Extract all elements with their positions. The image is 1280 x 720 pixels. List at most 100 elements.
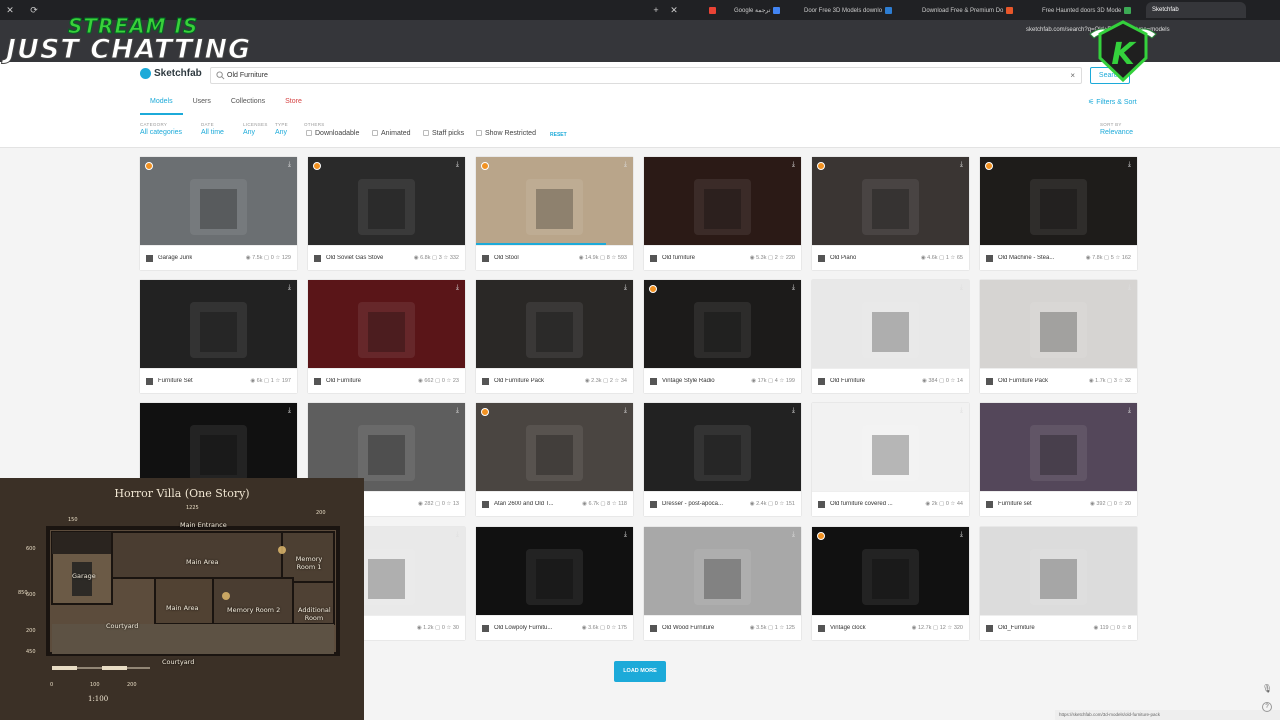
download-icon[interactable]: ⤓	[960, 161, 963, 169]
checkbox-animated[interactable]: Animated	[372, 130, 411, 137]
avatar[interactable]	[314, 255, 321, 262]
sort-by[interactable]: SORT BY Relevance	[1100, 122, 1133, 136]
download-icon[interactable]: ⤓	[456, 161, 459, 169]
model-card[interactable]: ⤓ Old Wood Furniture ◉ 3.5k ▢ 1 ☆ 125	[644, 527, 801, 640]
download-icon[interactable]: ⤓	[288, 161, 291, 169]
model-card[interactable]: ⤓ Old Soviet Gas Stove ◉ 6.8k ▢ 3 ☆ 332	[308, 157, 465, 270]
filter-date[interactable]: DATE All time	[201, 122, 224, 136]
model-name[interactable]: Old furniture	[662, 255, 695, 261]
tab-models[interactable]: Models	[140, 95, 183, 115]
model-name[interactable]: Old Piano	[830, 255, 856, 261]
checkbox-downloadable[interactable]: Downloadable	[306, 130, 359, 137]
model-name[interactable]: Dresser - post-apoca...	[662, 501, 723, 507]
avatar[interactable]	[986, 501, 993, 508]
model-name[interactable]: Old Wood Furniture	[662, 625, 714, 631]
download-icon[interactable]: ⤓	[960, 407, 963, 415]
download-icon[interactable]: ⤓	[960, 531, 963, 539]
download-icon[interactable]: ⤓	[624, 407, 627, 415]
checkbox-show-restricted[interactable]: Show Restricted	[476, 130, 536, 137]
download-icon[interactable]: ⤓	[624, 161, 627, 169]
download-icon[interactable]: ⤓	[456, 284, 459, 292]
model-thumbnail[interactable]: ⤓	[644, 527, 801, 615]
reset-button[interactable]: RESET	[550, 132, 567, 138]
model-thumbnail[interactable]: ⤓	[812, 157, 969, 245]
model-name[interactable]: Old Lowpoly Furnitu...	[494, 625, 552, 631]
model-thumbnail[interactable]: ⤓	[140, 157, 297, 245]
close-icon[interactable]: ✕	[668, 4, 680, 16]
model-card[interactable]: ⤓ Old Furniture Pack ◉ 2.3k ▢ 2 ☆ 34	[476, 280, 633, 393]
avatar[interactable]	[650, 625, 657, 632]
close-icon[interactable]: ✕	[4, 4, 16, 16]
model-card[interactable]: ⤓ Vintage clock ◉ 12.7k ▢ 12 ☆ 320	[812, 527, 969, 640]
download-icon[interactable]: ⤓	[960, 284, 963, 292]
tab-collections[interactable]: Collections	[221, 95, 275, 115]
model-card[interactable]: ⤓ Old Piano ◉ 4.6k ▢ 1 ☆ 65	[812, 157, 969, 270]
download-icon[interactable]: ⤓	[792, 531, 795, 539]
avatar[interactable]	[146, 378, 153, 385]
reload-icon[interactable]: ⟳	[28, 4, 40, 16]
avatar[interactable]	[818, 255, 825, 262]
download-icon[interactable]: ⤓	[792, 161, 795, 169]
model-card[interactable]: ⤓ Old Furniture ◉ 384 ▢ 0 ☆ 14	[812, 280, 969, 393]
download-icon[interactable]: ⤓	[624, 284, 627, 292]
model-thumbnail[interactable]: ⤓	[476, 403, 633, 491]
model-thumbnail[interactable]: ⤓	[476, 527, 633, 615]
avatar[interactable]	[650, 501, 657, 508]
model-thumbnail[interactable]: ⤓	[476, 280, 633, 368]
model-card[interactable]: ⤓ Old Lowpoly Furnitu... ◉ 3.6k ▢ 0 ☆ 175	[476, 527, 633, 640]
microphone-icon[interactable]: 🎙	[1262, 684, 1272, 696]
model-name[interactable]: Furniture Set	[158, 378, 193, 384]
avatar[interactable]	[986, 625, 993, 632]
model-thumbnail[interactable]: ⤓	[980, 527, 1137, 615]
model-name[interactable]: Vintage clock	[830, 625, 866, 631]
avatar[interactable]	[482, 501, 489, 508]
filter-type[interactable]: TYPE Any	[275, 122, 288, 136]
browser-tab[interactable]: Download Free & Premium Do	[916, 2, 1024, 18]
download-icon[interactable]: ⤓	[288, 407, 291, 415]
model-name[interactable]: Old Furniture Pack	[998, 378, 1048, 384]
download-icon[interactable]: ⤓	[1128, 407, 1131, 415]
model-thumbnail[interactable]: ⤓	[980, 157, 1137, 245]
model-name[interactable]: Old Stool	[494, 255, 519, 261]
download-icon[interactable]: ⤓	[1128, 161, 1131, 169]
model-card[interactable]: ⤓ Old furniture covered ... ◉ 2k ▢ 0 ☆ 44	[812, 403, 969, 516]
avatar[interactable]	[482, 625, 489, 632]
model-thumbnail[interactable]: ⤓	[308, 157, 465, 245]
model-name[interactable]: Old Soviet Gas Stove	[326, 255, 383, 261]
avatar[interactable]	[818, 501, 825, 508]
avatar[interactable]	[146, 255, 153, 262]
model-card[interactable]: ⤓ Old Furniture ◉ 662 ▢ 0 ☆ 23	[308, 280, 465, 393]
model-thumbnail[interactable]: ⤓	[980, 280, 1137, 368]
browser-tab[interactable]: Google ترجمة	[728, 2, 788, 18]
model-name[interactable]: Old Machine - Stea...	[998, 255, 1054, 261]
filter-licenses[interactable]: LICENSES Any	[243, 122, 268, 136]
model-name[interactable]: Vintage Style Radio	[662, 378, 715, 384]
avatar[interactable]	[986, 255, 993, 262]
avatar[interactable]	[314, 378, 321, 385]
model-thumbnail[interactable]: ⤓	[644, 280, 801, 368]
load-more-button[interactable]: LOAD MORE	[614, 661, 666, 682]
download-icon[interactable]: ⤓	[456, 531, 459, 539]
new-tab-icon[interactable]: +	[650, 4, 662, 16]
model-card[interactable]: ⤓ Old Machine - Stea... ◉ 7.8k ▢ 5 ☆ 162	[980, 157, 1137, 270]
avatar[interactable]	[986, 378, 993, 385]
avatar[interactable]	[818, 378, 825, 385]
model-card[interactable]: ⤓ Old Stool ◉ 14.9k ▢ 8 ☆ 593	[476, 157, 633, 270]
avatar[interactable]	[482, 255, 489, 262]
tab-store[interactable]: Store	[275, 95, 312, 115]
download-icon[interactable]: ⤓	[456, 407, 459, 415]
download-icon[interactable]: ⤓	[288, 284, 291, 292]
model-name[interactable]: Garage Junk	[158, 255, 192, 261]
browser-tab-active[interactable]: Sketchfab	[1146, 2, 1246, 18]
model-name[interactable]: Old Furniture Pack	[494, 378, 544, 384]
model-card[interactable]: ⤓ Old Furniture Pack ◉ 1.7k ▢ 3 ☆ 32	[980, 280, 1137, 393]
avatar[interactable]	[818, 625, 825, 632]
model-thumbnail[interactable]: ⤓	[644, 403, 801, 491]
checkbox-staff-picks[interactable]: Staff picks	[423, 130, 464, 137]
avatar[interactable]	[482, 378, 489, 385]
filters-sort-button[interactable]: ⚟ Filters & Sort	[1088, 98, 1137, 106]
model-thumbnail[interactable]: ⤓	[476, 157, 633, 245]
model-name[interactable]: Furniture set	[998, 501, 1032, 507]
model-card[interactable]: ⤓ Dresser - post-apoca... ◉ 2.4k ▢ 0 ☆ 151	[644, 403, 801, 516]
browser-tab[interactable]: Door Free 3D Models downlo	[798, 2, 904, 18]
